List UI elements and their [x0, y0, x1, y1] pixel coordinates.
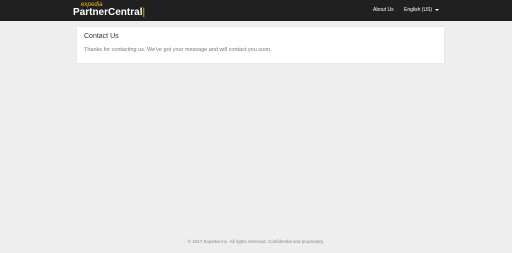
partner-central-logo[interactable]: expedia PartnerCentral|: [73, 2, 145, 19]
logo-accent-bar: |: [142, 7, 146, 18]
footer-copyright: © 2017 Expedia Inc. All rights reserved.…: [187, 239, 325, 244]
logo-partnercentral-text: PartnerCentral|: [73, 8, 145, 18]
contact-us-card: Contact Us Thanks for contacting us. We'…: [77, 27, 444, 63]
about-us-link[interactable]: About Us: [373, 0, 394, 21]
page-title: Contact Us: [84, 33, 119, 40]
logo-partnercentral-label: PartnerCentral: [73, 7, 143, 18]
chevron-down-icon: [435, 8, 440, 11]
language-label: English (US): [404, 7, 433, 13]
confirmation-message: Thanks for contacting us. We've got your…: [84, 47, 272, 53]
language-selector[interactable]: English (US): [404, 0, 440, 21]
top-navigation-bar: expedia PartnerCentral| About Us English…: [0, 0, 512, 21]
